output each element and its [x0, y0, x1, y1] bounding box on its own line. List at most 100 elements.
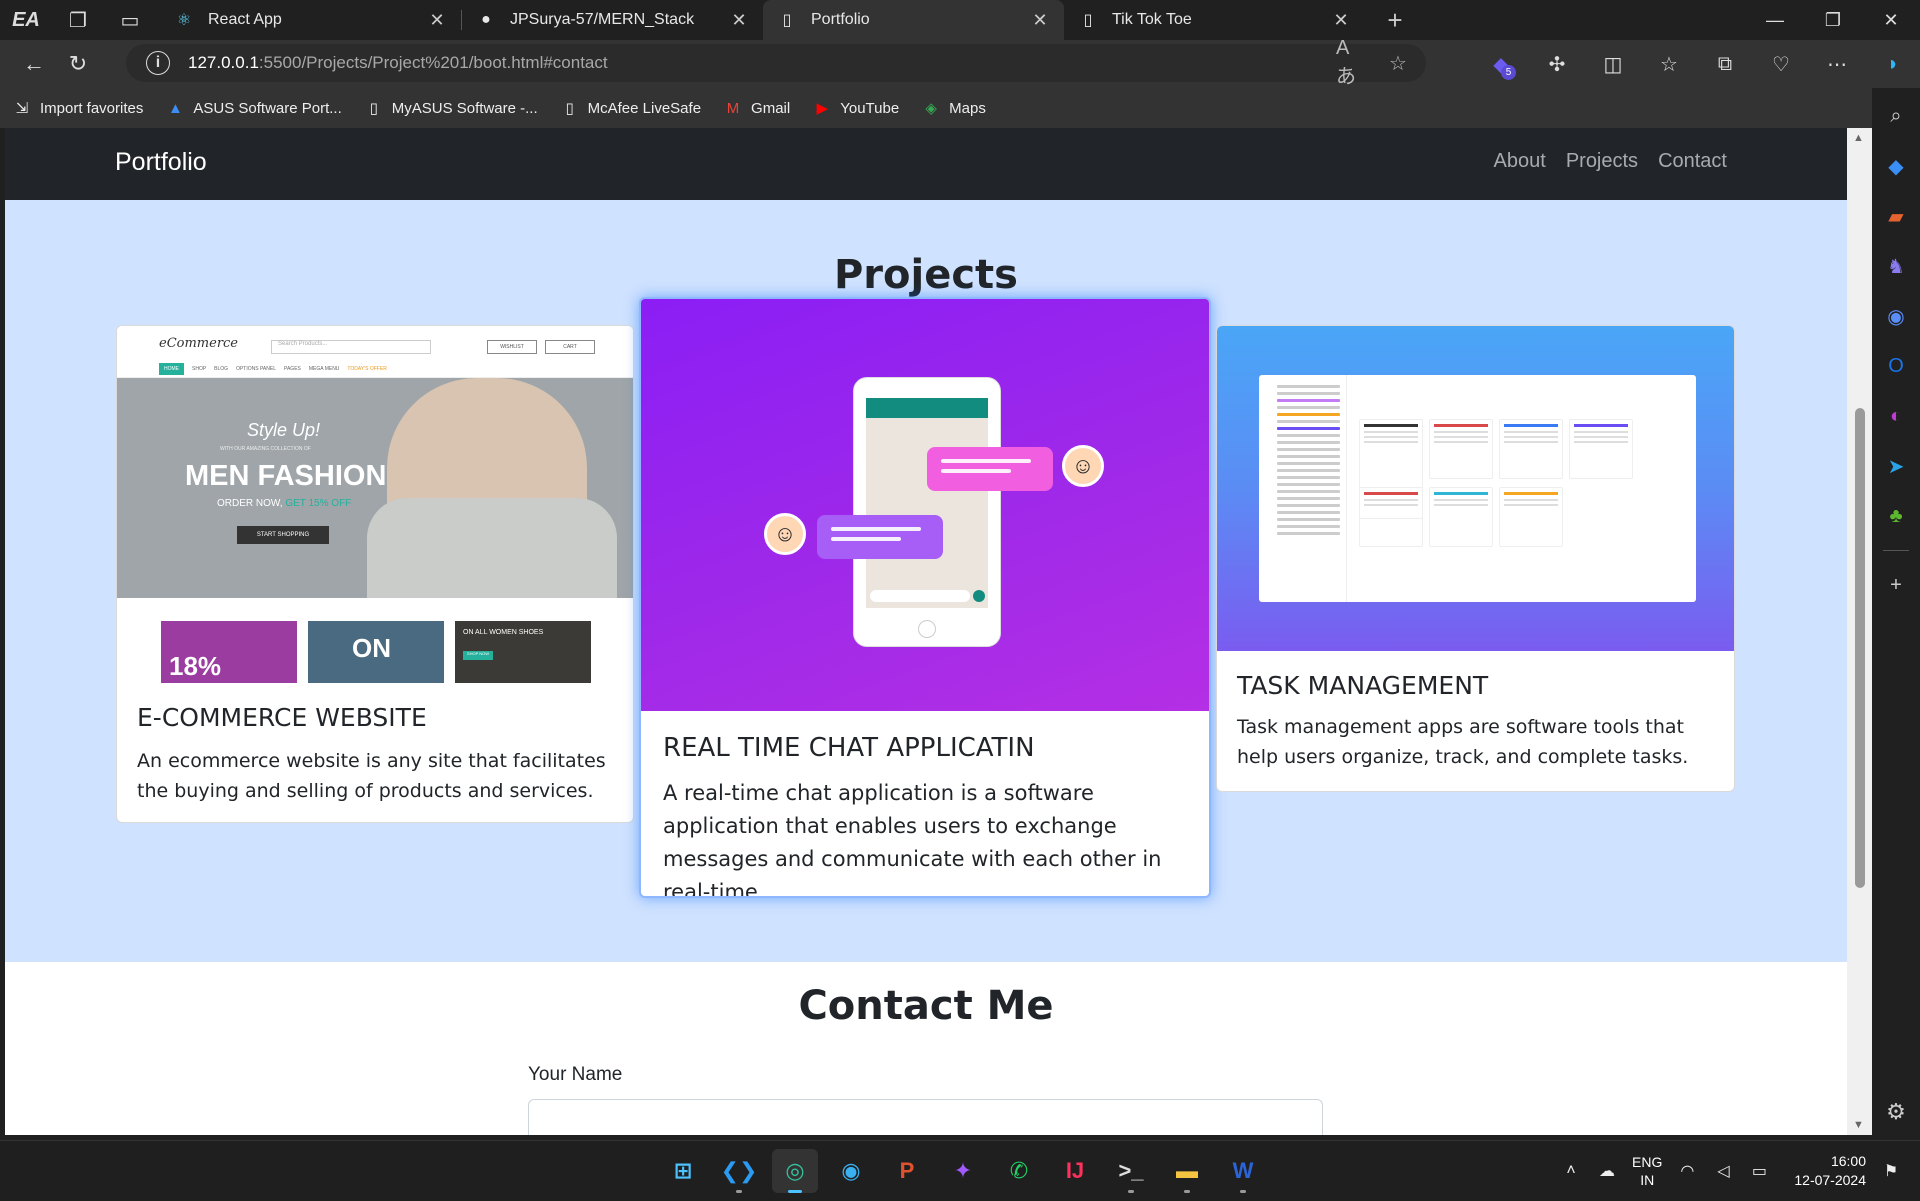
fav-import-favorites[interactable]: ⇲ Import favorites [12, 98, 144, 118]
fav-asus[interactable]: ▲ ASUS Software Port... [165, 98, 342, 118]
read-aloud-icon[interactable]: Aあ [1336, 37, 1364, 88]
project-card-ecommerce[interactable]: eCommerce Search Products... WISHLIST CA… [116, 325, 634, 823]
browser-essentials-icon[interactable]: ♡ [1760, 44, 1802, 84]
edge-profile-icon[interactable]: ◉ [828, 1149, 874, 1193]
scrollbar-thumb[interactable] [1855, 408, 1865, 888]
github-icon: ● [481, 11, 491, 28]
powerpoint-icon[interactable]: P [884, 1149, 930, 1193]
tab-react-app[interactable]: ⚛ React App ✕ [160, 0, 461, 40]
nav-link-contact[interactable]: Contact [1658, 150, 1727, 173]
terminal-icon[interactable]: >_ [1108, 1149, 1154, 1193]
chevron-up-icon[interactable]: ˄ [1560, 1160, 1582, 1182]
ec-logo: eCommerce [159, 336, 239, 351]
copilot-sidebar-icon[interactable]: ◉ [1880, 300, 1912, 332]
clock[interactable]: 16:00 12-07-2024 [1794, 1152, 1866, 1190]
back-icon[interactable]: ← [14, 44, 54, 84]
name-input[interactable] [528, 1099, 1323, 1135]
browser-tab-bar: EA ❐ ▭ ⚛ React App ✕ ● JPSurya-57/MERN_S… [0, 0, 1920, 40]
task-preview-image [1217, 326, 1734, 651]
add-icon[interactable]: + [1880, 569, 1912, 601]
intellij-icon[interactable]: IJ [1052, 1149, 1098, 1193]
gear-icon[interactable]: ⚙ [1880, 1096, 1912, 1128]
page-icon: ▯ [782, 12, 792, 29]
split-screen-icon[interactable]: ◫ [1592, 44, 1634, 84]
profile-icon[interactable]: EA [10, 4, 42, 36]
chat-input-illustration [870, 590, 970, 602]
nav-link-projects[interactable]: Projects [1566, 150, 1638, 173]
task-column [1569, 419, 1633, 479]
windows-start-icon[interactable]: ⊞ [660, 1149, 706, 1193]
scroll-down-icon[interactable]: ▼ [1853, 1119, 1864, 1131]
vscode-icon[interactable]: ❮❯ [716, 1149, 762, 1193]
wifi-icon[interactable]: ◠ [1676, 1160, 1698, 1182]
extension-badge-icon[interactable]: ◆ 5 [1480, 44, 1522, 84]
telegram-icon[interactable]: ➤ [1880, 450, 1912, 482]
shopping-tag-icon[interactable]: ◆ [1880, 150, 1912, 182]
volume-icon[interactable]: ◁ [1712, 1160, 1734, 1182]
site-info-icon[interactable]: i [146, 51, 170, 75]
language-indicator[interactable]: ENG IN [1632, 1153, 1662, 1189]
edge-icon[interactable]: ◎ [772, 1149, 818, 1193]
ec-menu-item: SHOP [192, 366, 207, 372]
close-icon[interactable]: ✕ [1030, 10, 1050, 30]
refresh-icon[interactable]: ↻ [58, 44, 98, 84]
close-icon[interactable]: ✕ [1331, 10, 1351, 30]
extension-count-badge: 5 [1501, 65, 1516, 80]
tab-actions-icon[interactable]: ▭ [114, 4, 146, 36]
restore-icon[interactable]: ❐ [1804, 0, 1862, 40]
favorites-icon[interactable]: ☆ [1648, 44, 1690, 84]
page-scrollbar[interactable]: ▲ ▼ [1847, 128, 1872, 1135]
collections-icon[interactable]: ⧉ [1704, 44, 1746, 84]
outlook-icon[interactable]: O [1880, 350, 1912, 382]
figma-icon[interactable]: ✦ [940, 1149, 986, 1193]
page-icon: ▯ [565, 100, 574, 117]
ec-search-box: Search Products... [271, 340, 431, 354]
ec-promo-thumbs: 18% ON ON ALL WOMEN SHOES SHOP NOW [161, 621, 591, 683]
search-icon[interactable]: ⌕ [1880, 100, 1912, 132]
file-explorer-icon[interactable]: ▬ [1164, 1149, 1210, 1193]
notifications-icon[interactable]: ⚑ [1880, 1160, 1902, 1182]
fav-mcafee[interactable]: ▯ McAfee LiveSafe [560, 98, 702, 118]
designer-icon[interactable]: ◐ [1880, 400, 1912, 432]
card-title: REAL TIME CHAT APPLICATIN [663, 733, 1035, 763]
new-tab-button[interactable]: + [1375, 0, 1415, 40]
project-card-task[interactable]: TASK MANAGEMENT Task management apps are… [1216, 325, 1735, 792]
ec-hero-banner: Style Up! WITH OUR AMAZING COLLECTION OF… [117, 378, 633, 598]
copilot-icon[interactable]: ◗ [1872, 44, 1914, 84]
whatsapp-icon[interactable]: ✆ [996, 1149, 1042, 1193]
react-icon: ⚛ [176, 12, 192, 29]
address-bar[interactable]: i 127.0.0.1:5500/Projects/Project%201/bo… [126, 37, 1426, 88]
gmail-icon: M [726, 99, 740, 117]
site-nav-links: About Projects Contact [1494, 150, 1727, 173]
fav-gmail[interactable]: M Gmail [723, 98, 790, 118]
extensions-icon[interactable]: ✣ [1536, 44, 1578, 84]
scroll-up-icon[interactable]: ▲ [1853, 132, 1864, 144]
tab-portfolio[interactable]: ▯ Portfolio ✕ [763, 0, 1064, 40]
workspaces-icon[interactable]: ❐ [62, 4, 94, 36]
battery-icon[interactable]: ▭ [1748, 1160, 1770, 1182]
site-brand[interactable]: Portfolio [115, 148, 207, 177]
tab-github[interactable]: ● JPSurya-57/MERN_Stack ✕ [462, 0, 763, 40]
onedrive-icon[interactable]: ☁ [1596, 1160, 1618, 1182]
fav-myasus[interactable]: ▯ MyASUS Software -... [364, 98, 538, 118]
close-window-icon[interactable]: ✕ [1862, 0, 1920, 40]
ec-cart: CART [545, 340, 595, 354]
task-column [1429, 487, 1493, 547]
fav-label: YouTube [840, 99, 900, 117]
minimize-icon[interactable]: — [1746, 0, 1804, 40]
tools-icon[interactable]: ▰ [1880, 200, 1912, 232]
more-icon[interactable]: ⋯ [1816, 44, 1858, 84]
tab-tik-tok-toe[interactable]: ▯ Tik Tok Toe ✕ [1064, 0, 1365, 40]
tree-icon[interactable]: ♣ [1880, 500, 1912, 532]
nav-link-about[interactable]: About [1494, 150, 1546, 173]
games-icon[interactable]: ♞ [1880, 250, 1912, 282]
close-icon[interactable]: ✕ [427, 10, 447, 30]
fav-youtube[interactable]: ▶ YouTube [812, 98, 899, 118]
asus-icon: ▲ [167, 99, 183, 117]
favorite-star-icon[interactable]: ☆ [1384, 49, 1412, 77]
fav-maps[interactable]: ◈ Maps [921, 98, 985, 118]
close-icon[interactable]: ✕ [729, 10, 749, 30]
word-icon[interactable]: W [1220, 1149, 1266, 1193]
project-card-chat[interactable]: ☺ ☺ REAL TIME CHAT APPLICATIN A real-tim… [639, 297, 1211, 898]
tab-label: Tik Tok Toe [1112, 11, 1192, 28]
